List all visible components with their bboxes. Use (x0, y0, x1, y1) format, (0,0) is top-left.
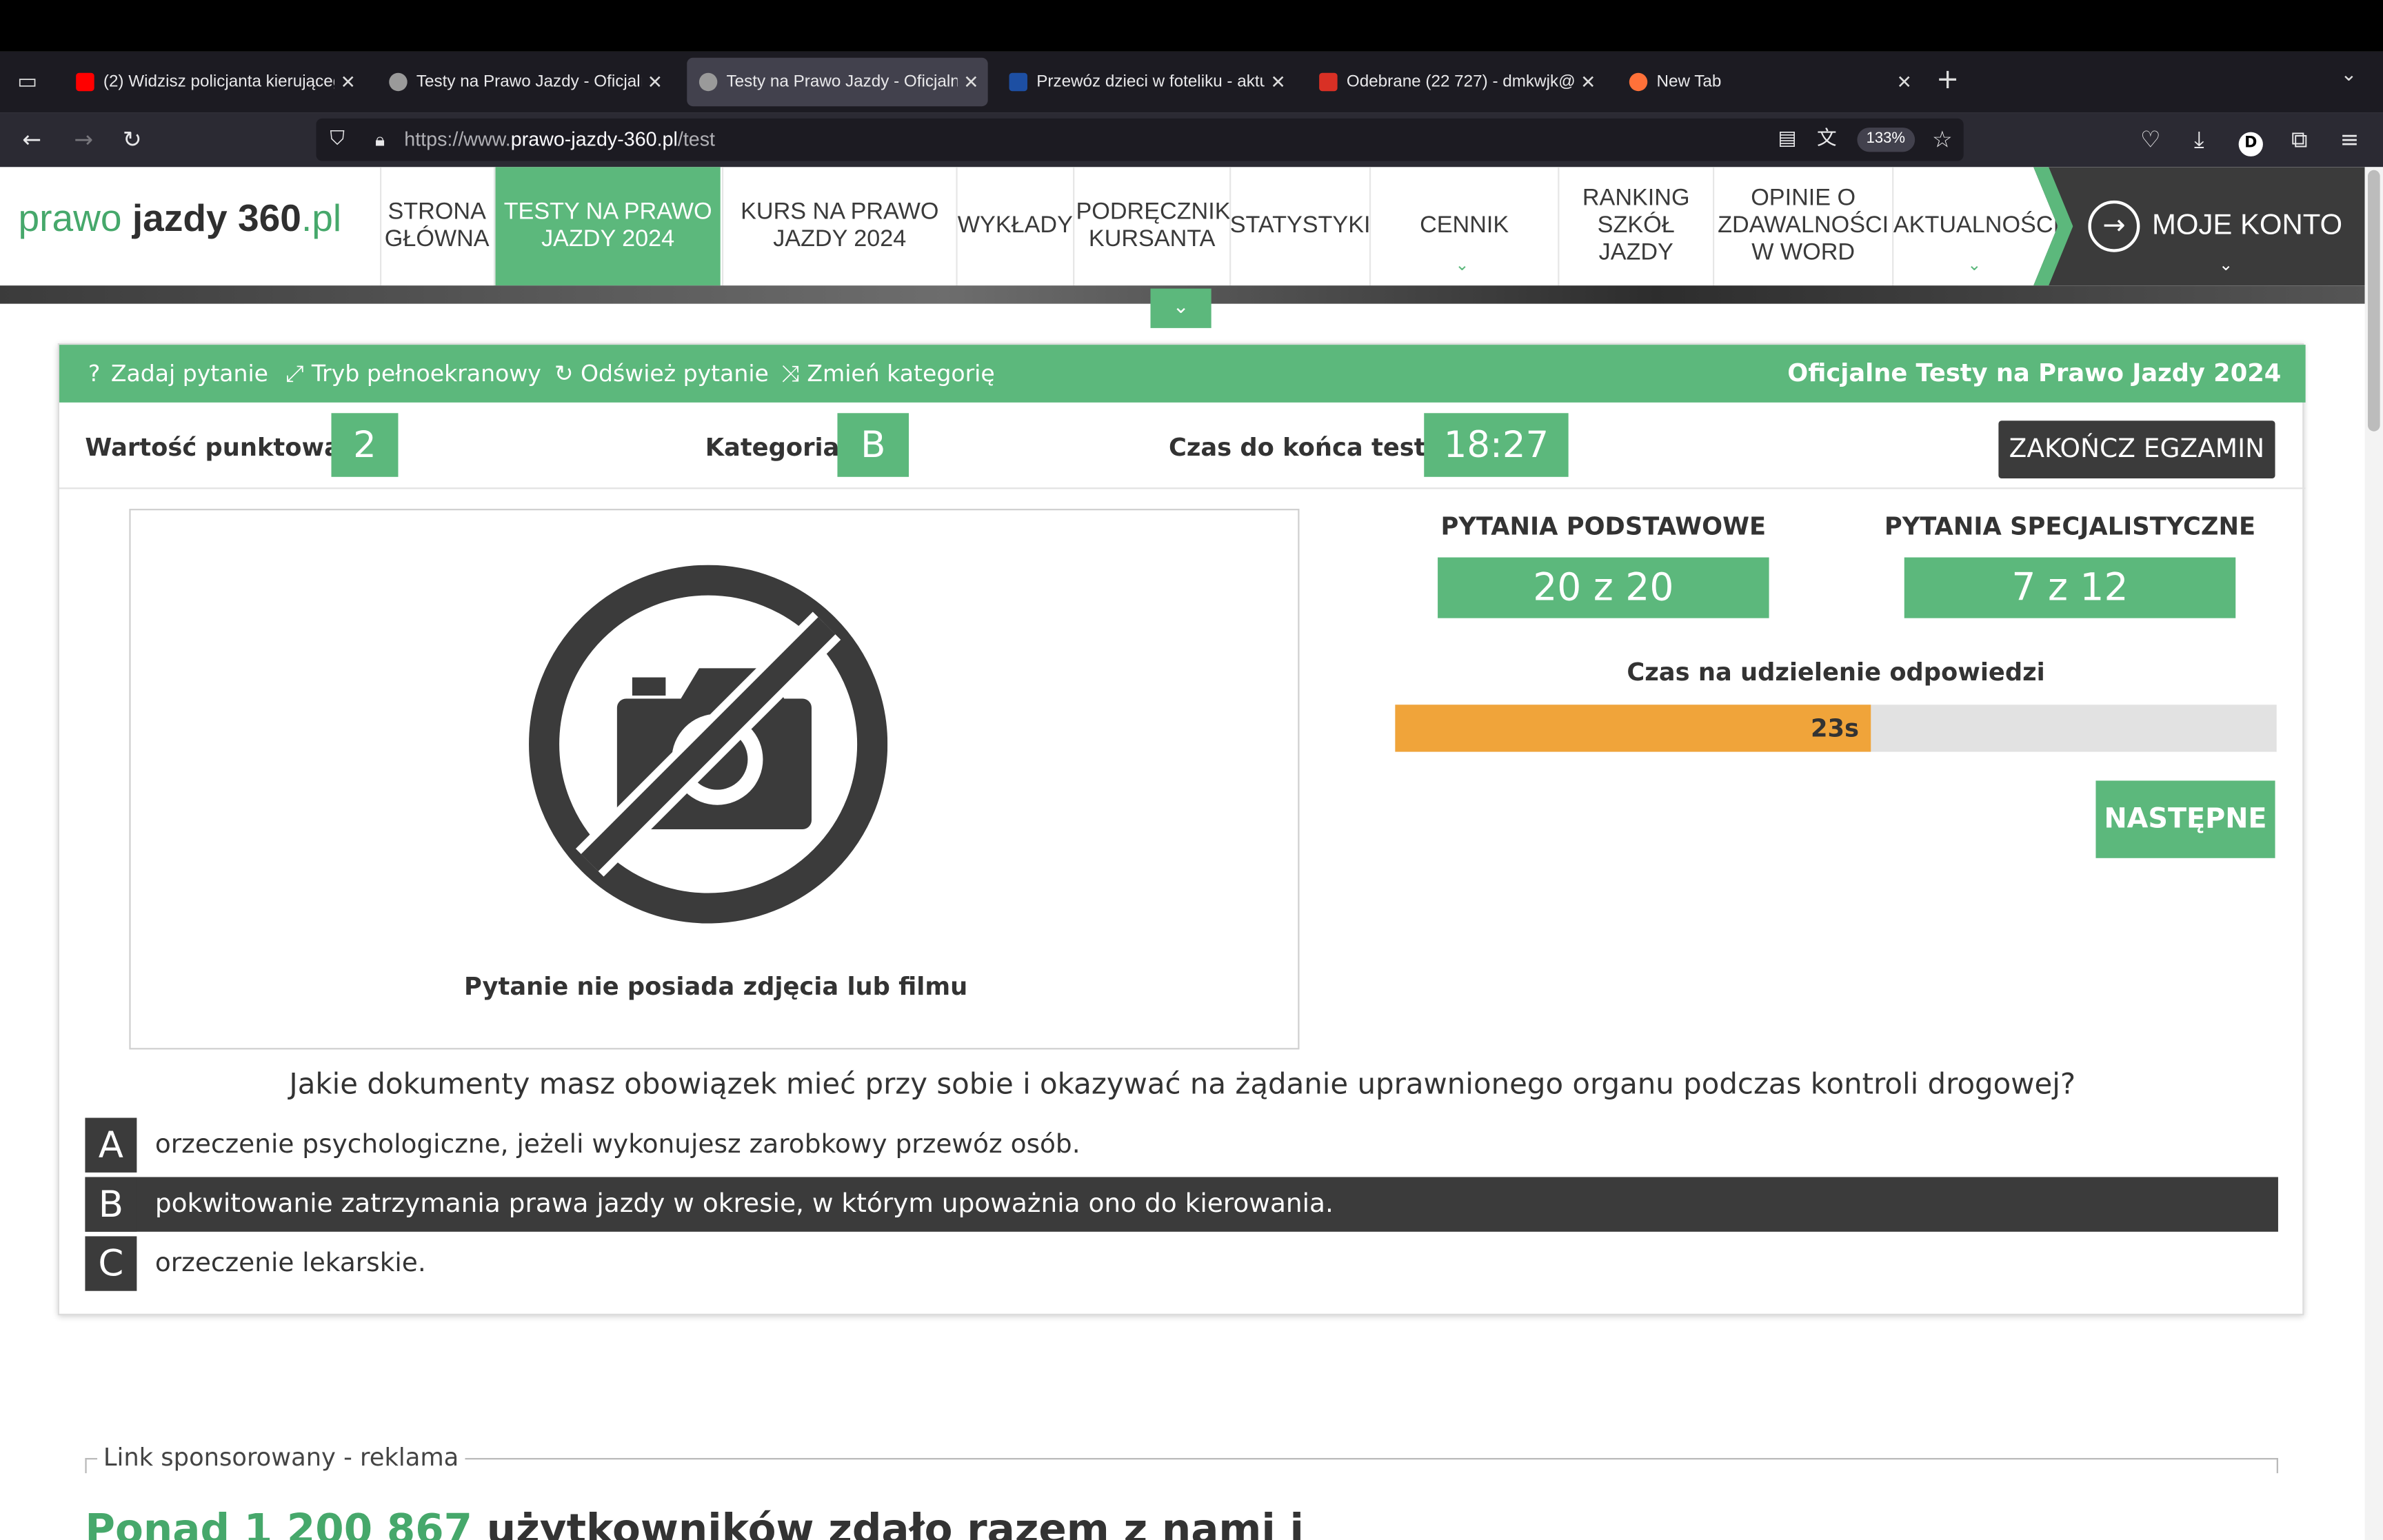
specialist-questions-counter: 7 z 12 (1904, 557, 2236, 618)
toolbar-title: Oficjalne Testy na Prawo Jazdy 2024 (1787, 358, 2282, 387)
chevron-down-icon: ⌄ (1455, 256, 1469, 275)
extensions-icon[interactable]: ⧉ (2284, 125, 2315, 155)
test-toolbar: ? Zadaj pytanie ⤢ Tryb pełnoekranowy ↻ Odśw… (59, 345, 2306, 403)
my-account-button[interactable]: → MOJE KONTO ⌄ (2033, 167, 2365, 286)
basic-questions-label: PYTANIA PODSTAWOWE (1440, 511, 1767, 541)
reload-icon[interactable]: ↻ (117, 125, 148, 155)
answer-time-progress: 23s (1395, 705, 2277, 752)
users-headline: Ponad 1 200 867 użytkowników zdało razem… (85, 1506, 1304, 1540)
nav-opinie-o-zdawalnosci[interactable]: OPINIE O ZDAWALNOŚCI W WORD (1713, 167, 1892, 286)
bookmark-star-icon[interactable]: ☆ (1927, 125, 1958, 155)
account-avatar-icon[interactable]: D (2235, 125, 2266, 156)
scrollbar-thumb[interactable] (2367, 170, 2380, 432)
close-tab-icon[interactable]: ✕ (1580, 58, 1596, 107)
fullscreen-button[interactable]: ⤢ Tryb pełnoekranowy (284, 360, 541, 387)
close-tab-icon[interactable]: ✕ (963, 58, 978, 107)
sponsored-section: Link sponsorowany - reklama (85, 1443, 2278, 1474)
time-left-label: Czas do końca testu (1168, 432, 1443, 462)
category-label: Kategoria (705, 432, 840, 462)
ask-question-button[interactable]: ? Zadaj pytanie (83, 360, 268, 387)
reader-view-icon[interactable]: ▤ (1772, 125, 1802, 155)
site-favicon-icon (389, 72, 408, 92)
close-tab-icon[interactable]: ✕ (647, 58, 663, 107)
answer-time-label: Czas na udzielenie odpowiedzi (1627, 657, 2045, 687)
pocket-icon[interactable]: ♡ (2135, 125, 2166, 155)
question-media-box: Pytanie nie posiada zdjęcia lub filmu (129, 509, 1300, 1050)
expand-icon: ⤢ (285, 360, 304, 387)
change-category-button[interactable]: ⤨ Zmień kategorię (780, 360, 995, 387)
question-mark-icon: ? (88, 360, 101, 387)
close-tab-icon[interactable]: ✕ (1270, 58, 1285, 107)
basic-questions-counter: 20 z 20 (1438, 557, 1769, 618)
category-value: B (837, 413, 909, 477)
specialist-questions-label: PYTANIA SPECJALISTYCZNE (1884, 511, 2256, 541)
chevron-down-icon: ⌄ (2218, 255, 2233, 275)
browser-tab[interactable]: Przewóz dzieci w foteliku - aktu ✕ (997, 58, 1295, 107)
test-panel: ? Zadaj pytanie ⤢ Tryb pełnoekranowy ↻ Odśw… (57, 343, 2306, 1315)
browser-tab[interactable]: Odebrane (22 727) - dmkwjk@g ✕ (1307, 58, 1605, 107)
page: ▭ (2) Widzisz policjanta kierującego ✕ T… (0, 0, 2383, 1540)
app-menu-icon[interactable]: ≡ (2334, 125, 2364, 155)
nav-ranking-szkol-jazdy[interactable]: RANKING SZKÓŁ JAZDY (1558, 167, 1713, 286)
nav-kurs-na-prawo-jazdy[interactable]: KURS NA PRAWO JAZDY 2024 (721, 167, 956, 286)
browser-tab[interactable]: (2) Widzisz policjanta kierującego ✕ (64, 58, 365, 107)
close-tab-icon[interactable]: ✕ (341, 58, 356, 107)
browser-tab-bar: ▭ (2) Widzisz policjanta kierującego ✕ T… (0, 51, 2383, 113)
nav-podrecznik-kursanta[interactable]: PODRĘCZNIK KURSANTA (1073, 167, 1230, 286)
refresh-question-button[interactable]: ↻ Odśwież pytanie (553, 360, 769, 387)
question-text: Jakie dokumenty masz obowiązek mieć przy… (289, 1067, 2076, 1102)
no-photo-icon (529, 565, 888, 924)
back-icon[interactable]: ← (17, 125, 47, 155)
gmail-favicon-icon (1319, 72, 1338, 92)
url-text[interactable]: https://www.prawo-jazdy-360.pl/test (404, 128, 715, 150)
answer-option-a[interactable]: A orzeczenie psychologiczne, jeżeli wyko… (85, 1117, 2278, 1173)
wp-favicon-icon (1009, 72, 1027, 92)
answer-time-value: 23s (1810, 713, 1860, 743)
site-logo[interactable]: prawo jazdy 360.pl (18, 197, 341, 241)
address-bar[interactable]: ⛉ 🔒︎ https://www.prawo-jazdy-360.pl/test… (316, 118, 1964, 161)
no-media-caption: Pytanie nie posiada zdjęcia lub filmu (464, 972, 968, 1001)
points-value: 2 (331, 413, 399, 477)
tab-overview-icon[interactable]: ▭ (12, 67, 43, 97)
shield-icon[interactable]: ⛉ (322, 125, 352, 155)
answer-option-b[interactable]: B pokwitowanie zatrzymania prawa jazdy w… (85, 1177, 2278, 1232)
downloads-icon[interactable]: ⤓ (2184, 125, 2214, 155)
shuffle-icon: ⤨ (781, 360, 800, 387)
browser-tab[interactable]: New Tab ✕ (1617, 58, 1921, 107)
chevron-down-icon: ⌄ (1967, 256, 1982, 275)
list-all-tabs-icon[interactable]: ⌄ (2340, 64, 2357, 87)
browser-tab-active[interactable]: Testy na Prawo Jazdy - Oficjalne ✕ (687, 57, 988, 107)
answer-option-c[interactable]: C orzeczenie lekarskie. (85, 1236, 2278, 1291)
nav-statystyki[interactable]: STATYSTYKI (1229, 167, 1371, 286)
os-menu-bar (0, 0, 2383, 52)
site-favicon-icon (698, 72, 718, 92)
login-arrow-icon: → (2088, 200, 2140, 252)
nav-wyklady[interactable]: WYKŁADY (956, 167, 1073, 286)
refresh-icon: ↻ (554, 360, 574, 387)
translate-icon[interactable]: 文 (1811, 125, 1842, 155)
close-tab-icon[interactable]: ✕ (1897, 58, 1912, 107)
forward-icon[interactable]: → (68, 125, 99, 155)
divider (59, 487, 2306, 489)
time-left-value: 18:27 (1424, 413, 1569, 477)
lock-icon[interactable]: 🔒︎ (365, 125, 395, 155)
expand-header-chevron-icon[interactable]: ⌄ (1150, 288, 1211, 328)
browser-tab[interactable]: Testy na Prawo Jazdy - Oficjalne ✕ (377, 58, 672, 107)
sponsored-label: Link sponsorowany - reklama (97, 1443, 465, 1472)
zoom-level[interactable]: 133% (1857, 128, 1915, 152)
answer-time-fill: 23s (1395, 705, 1871, 752)
youtube-favicon-icon (76, 72, 94, 92)
nav-cennik[interactable]: CENNIK ⌄ (1369, 167, 1558, 286)
browser-nav-bar: ← → ↻ ⛉ 🔒︎ https://www.prawo-jazdy-360.p… (0, 112, 2383, 168)
firefox-favicon-icon (1629, 72, 1648, 92)
site-header: prawo jazdy 360.pl STRONA GŁÓWNA TESTY N… (0, 167, 2383, 286)
new-tab-icon[interactable]: + (1936, 64, 1959, 96)
next-question-button[interactable]: NASTĘPNE (2095, 780, 2275, 858)
nav-strona-glowna[interactable]: STRONA GŁÓWNA (380, 167, 492, 286)
end-exam-button[interactable]: ZAKOŃCZ EGZAMIN (1998, 421, 2275, 479)
points-label: Wartość punktowa (85, 432, 341, 462)
nav-testy-na-prawo-jazdy[interactable]: TESTY NA PRAWO JAZDY 2024 (494, 167, 721, 286)
nav-aktualnosci[interactable]: AKTUALNOŚCI ⌄ (1892, 167, 2060, 286)
